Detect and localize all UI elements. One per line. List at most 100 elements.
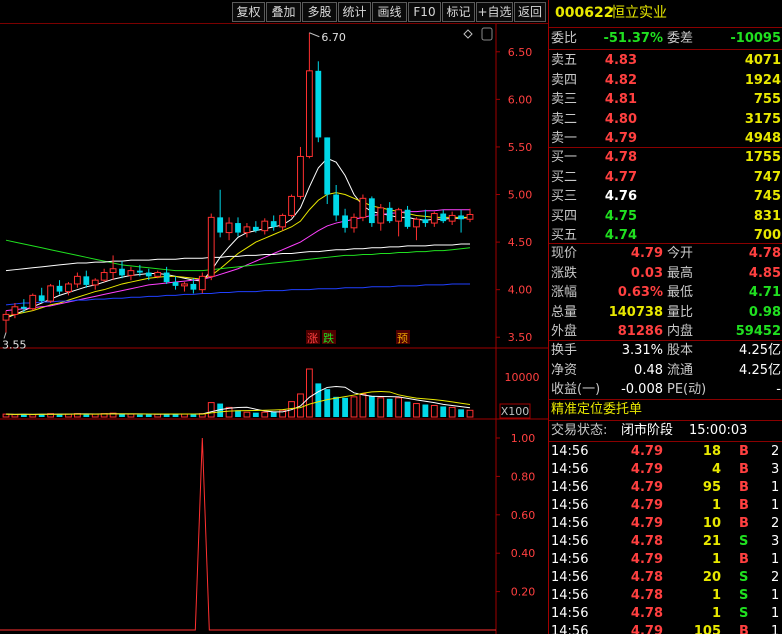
candle-body (109, 268, 117, 274)
toolbar-button-6[interactable]: 标记 (442, 2, 475, 22)
volume-tick-label: 10000 (505, 371, 540, 384)
volume-bar (181, 413, 188, 418)
bid-label: 买三 (551, 189, 578, 205)
order-time: 14:56 (551, 588, 589, 603)
toolbar-button-7[interactable]: +自选 (476, 2, 513, 22)
candle-body (100, 272, 108, 281)
finance-value: 3.31% (621, 343, 663, 358)
finance-label-2: PE(动) (667, 382, 707, 398)
order-count: 2 (771, 516, 780, 531)
bid-price: 4.76 (604, 189, 637, 205)
ask-price: 4.79 (604, 131, 637, 147)
orders-status: 闭市阶段 (621, 423, 674, 438)
toolbar-button-8[interactable]: 返回 (514, 2, 546, 22)
candle-body (413, 218, 420, 228)
stat-value-2: 59452 (735, 324, 781, 340)
order-row[interactable]: 14:56 4.79 1 B 1 (549, 496, 782, 515)
order-row[interactable]: 14:56 4.79 18 B 2 (549, 442, 782, 461)
finance-label: 换手 (551, 343, 578, 358)
volume-unit: X100 (501, 405, 530, 418)
candle-body (297, 155, 304, 197)
order-count: 1 (771, 606, 780, 621)
order-volume: 1 (711, 552, 721, 567)
finance-value-2: - (776, 382, 781, 398)
ask-row-2: 卖三 4.81 755 (549, 90, 782, 109)
bid-row-2: 买三 4.76 745 (549, 187, 782, 206)
volume-bar (190, 414, 197, 417)
ma-line-0 (5, 157, 471, 319)
order-row[interactable]: 14:56 4.78 21 S 3 (549, 532, 782, 551)
order-row[interactable]: 14:56 4.79 1 B 1 (549, 550, 782, 569)
order-row[interactable]: 14:56 4.79 10 B 2 (549, 514, 782, 533)
toolbar-button-1[interactable]: 叠加 (266, 2, 301, 22)
low-label: 3.55 (2, 338, 27, 351)
weicha-label: 委差 (667, 31, 694, 46)
finance-value-2: 4.25亿 (739, 362, 781, 378)
toolbar-button-4[interactable]: 画线 (372, 2, 407, 22)
ask-volume: 755 (753, 92, 781, 108)
finance-row-0: 换手 3.31% 股本 4.25亿 (549, 341, 782, 360)
order-side: S (739, 588, 749, 603)
kline-chart[interactable]: 6.50 6.00 5.50 5.00 4.50 4.00 3.50 6.70 3.55 涨跌 预 1… (0, 24, 548, 634)
toolbar-button-5[interactable]: F10 (408, 2, 441, 22)
candle-body (207, 216, 215, 277)
order-price: 4.79 (630, 552, 663, 567)
toolbar-button-0[interactable]: 复权 (232, 2, 265, 22)
orders-title: 精准定位委托单 (551, 402, 643, 417)
order-row[interactable]: 14:56 4.78 1 S 1 (549, 586, 782, 605)
bid-row-3: 买四 4.75 831 (549, 207, 782, 226)
candle-body (261, 220, 269, 232)
order-count: 1 (771, 480, 780, 495)
candle-body (315, 70, 322, 138)
volume-bar (466, 409, 474, 418)
stat-value-2: 0.98 (748, 304, 781, 320)
stat-label: 涨幅 (551, 285, 578, 301)
order-count: 1 (771, 624, 780, 634)
candle-body (252, 226, 259, 231)
ask-row-1: 卖四 4.82 1924 (549, 71, 782, 90)
volume-bar (342, 397, 348, 417)
indicator-tick-label: 0.80 (511, 470, 536, 483)
candle-body (422, 219, 429, 224)
marker-2: 预 (397, 332, 408, 345)
order-count: 1 (771, 552, 780, 567)
candle-body (145, 272, 152, 277)
candle-body (288, 195, 295, 216)
order-time: 14:56 (551, 462, 589, 477)
order-row[interactable]: 14:56 4.79 4 B 3 (549, 460, 782, 479)
bid-volume: 747 (753, 169, 781, 185)
orders-status-label: 交易状态: (551, 423, 608, 438)
candle-body (136, 270, 143, 273)
weicha-value: -10095 (730, 31, 781, 46)
order-row[interactable]: 14:56 4.78 20 S 2 (549, 568, 782, 587)
stat-value: 0.03 (630, 265, 663, 281)
toolbar-button-2[interactable]: 多股 (302, 2, 337, 22)
volume-bar (207, 402, 215, 418)
order-volume: 18 (702, 444, 721, 459)
candle-body (324, 137, 331, 195)
order-row[interactable]: 14:56 4.78 1 S 1 (549, 604, 782, 623)
volume-bar (119, 414, 125, 417)
order-row[interactable]: 14:56 4.79 95 B 1 (549, 478, 782, 497)
order-price: 4.78 (630, 534, 663, 549)
ma-line-3 (5, 239, 471, 272)
ask-price: 4.83 (604, 53, 637, 68)
volume-bar (404, 401, 411, 417)
order-volume: 1 (711, 498, 721, 513)
order-time: 14:56 (551, 570, 589, 585)
candle-body (29, 294, 37, 310)
volume-bar (413, 403, 420, 418)
finance-label: 收益(一) (551, 382, 601, 398)
volume-bar (324, 389, 331, 417)
ask-row-4: 卖一 4.79 4948 (549, 129, 782, 148)
bid-label: 买一 (551, 150, 578, 165)
order-price: 4.78 (630, 606, 663, 621)
toolbar-button-3[interactable]: 统计 (338, 2, 371, 22)
ask-label: 卖三 (551, 92, 578, 108)
order-price: 4.79 (630, 462, 663, 477)
volume-bar (29, 414, 37, 418)
order-side: S (739, 534, 749, 549)
volume-bar (270, 411, 277, 417)
order-row[interactable]: 14:56 4.79 105 B 1 (549, 622, 782, 634)
order-price: 4.79 (630, 498, 663, 513)
